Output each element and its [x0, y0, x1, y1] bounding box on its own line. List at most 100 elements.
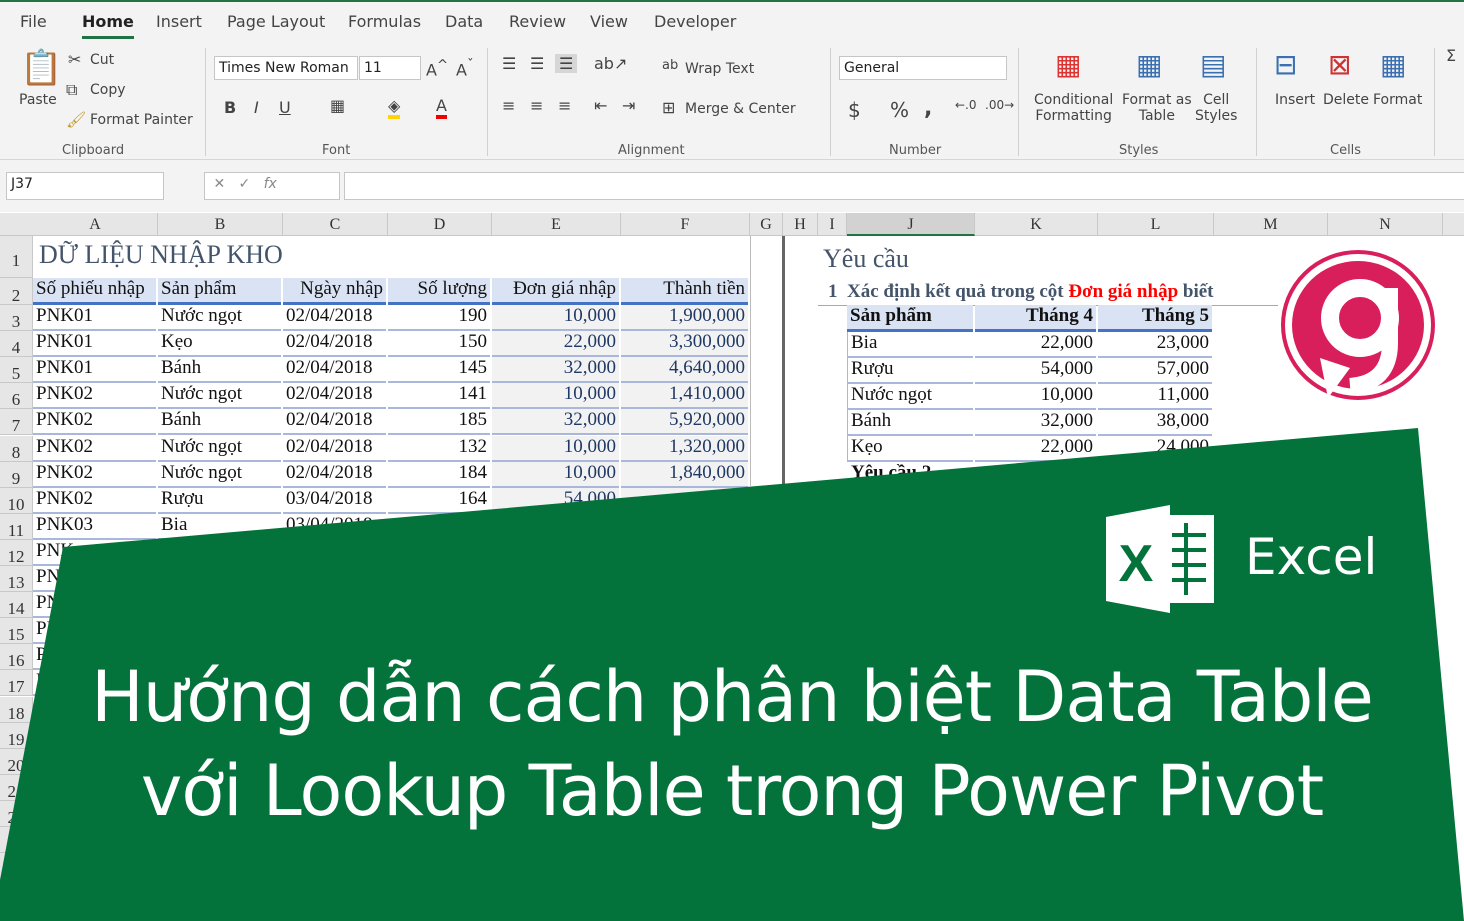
table-cell[interactable]: Bánh	[158, 409, 281, 436]
table-cell[interactable]: 5,920,000	[621, 409, 748, 436]
bold-icon[interactable]: B	[224, 98, 236, 117]
increase-decimal-icon[interactable]: ←.0	[955, 98, 977, 112]
table-cell[interactable]: PNK02	[33, 383, 156, 410]
conditional-formatting-button[interactable]: Conditional Formatting	[1034, 92, 1113, 124]
paste-icon[interactable]: 📋	[20, 48, 62, 88]
table-cell[interactable]: 32,000	[492, 357, 619, 384]
table-cell[interactable]: 10,000	[492, 383, 619, 410]
font-name-select[interactable]: Times New Roman	[214, 56, 358, 80]
cancel-icon[interactable]: ✕	[209, 176, 239, 192]
table-cell[interactable]: 1,900,000	[621, 305, 748, 331]
column-header-M[interactable]: M	[1214, 213, 1328, 236]
table-cell[interactable]: 22,000	[492, 331, 619, 358]
insert-button[interactable]: Insert	[1275, 92, 1315, 108]
lookup-cell[interactable]: 11,000	[1098, 384, 1212, 411]
decrease-indent-icon[interactable]: ⇤	[594, 96, 607, 115]
table-cell[interactable]: 184	[388, 461, 490, 488]
row-header-15[interactable]: 15	[0, 618, 33, 645]
row-header-2[interactable]: 2	[0, 278, 33, 305]
table-cell[interactable]: PNK01	[33, 357, 156, 384]
table-cell[interactable]: PNK02	[33, 487, 156, 514]
column-header-K[interactable]: K	[975, 213, 1098, 236]
column-header-L[interactable]: L	[1098, 213, 1214, 236]
table-cell[interactable]: Kẹo	[158, 331, 281, 358]
table-cell[interactable]: 03/04/2018	[283, 487, 386, 514]
table-cell[interactable]: 02/04/2018	[283, 461, 386, 488]
decrease-decimal-icon[interactable]: .00→	[985, 98, 1014, 112]
lookup-cell[interactable]: Kẹo	[847, 436, 973, 463]
table-cell[interactable]: Bánh	[158, 357, 281, 384]
percent-icon[interactable]: %	[890, 98, 909, 122]
format-painter-button[interactable]: Format Painter	[90, 112, 193, 128]
align-bottom-icon[interactable]: ☰	[555, 54, 578, 73]
table-cell[interactable]: PNK02	[33, 409, 156, 436]
cell-styles-button[interactable]: Cell Styles	[1195, 92, 1237, 124]
column-header-B[interactable]: B	[158, 213, 283, 236]
table-cell[interactable]: 3,300,000	[621, 331, 748, 358]
table-cell[interactable]: Nước ngọt	[158, 461, 281, 488]
table-cell[interactable]: 10,000	[492, 461, 619, 488]
table-cell[interactable]: 10,000	[492, 305, 619, 331]
table-cell[interactable]: Nước ngọt	[158, 435, 281, 462]
table-cell[interactable]: 185	[388, 409, 490, 436]
row-header-10[interactable]: 10	[0, 487, 33, 514]
lookup-cell[interactable]: 32,000	[975, 410, 1096, 437]
column-header-H[interactable]: H	[783, 213, 818, 236]
table-cell[interactable]: 141	[388, 383, 490, 410]
align-right-icon[interactable]: ≡	[558, 96, 571, 115]
comma-icon[interactable]: ,	[924, 96, 932, 121]
enter-icon[interactable]: ✓	[239, 176, 264, 192]
paste-button[interactable]: Paste	[19, 92, 57, 108]
table-cell[interactable]: 1,840,000	[621, 461, 748, 488]
autosum-icon[interactable]: Σ	[1446, 46, 1456, 65]
formula-input[interactable]	[344, 172, 1464, 200]
column-header-A[interactable]: A	[33, 213, 158, 236]
copy-button[interactable]: Copy	[90, 82, 126, 98]
fill-color-icon[interactable]: ◈	[388, 96, 401, 119]
table-cell[interactable]: Nước ngọt	[158, 305, 281, 331]
table-cell[interactable]: PNK02	[33, 435, 156, 462]
row-header-5[interactable]: 5	[0, 357, 33, 384]
lookup-cell[interactable]: 57,000	[1098, 358, 1212, 385]
number-format-select[interactable]: General	[839, 56, 1007, 80]
column-header-F[interactable]: F	[621, 213, 750, 236]
shrink-font-icon[interactable]: Aˇ	[456, 58, 474, 79]
table-cell[interactable]: 164	[388, 487, 490, 514]
row-header-6[interactable]: 6	[0, 383, 33, 410]
table-cell[interactable]: 150	[388, 331, 490, 358]
lookup-cell[interactable]: 10,000	[975, 384, 1096, 411]
row-header-9[interactable]: 9	[0, 461, 33, 488]
row-header-14[interactable]: 14	[0, 592, 33, 619]
row-header-7[interactable]: 7	[0, 409, 33, 436]
lookup-cell[interactable]: Bánh	[847, 410, 973, 437]
name-box[interactable]: J37	[6, 172, 164, 200]
column-header-N[interactable]: N	[1328, 213, 1443, 236]
column-header-E[interactable]: E	[492, 213, 621, 236]
lookup-cell[interactable]: 22,000	[975, 332, 1096, 358]
lookup-cell[interactable]: 23,000	[1098, 332, 1212, 358]
column-header-C[interactable]: C	[283, 213, 388, 236]
lookup-cell[interactable]: Rượu	[847, 358, 973, 385]
row-header-8[interactable]: 8	[0, 435, 33, 462]
format-button[interactable]: Format	[1373, 92, 1422, 108]
function-icon[interactable]: fx	[264, 176, 277, 192]
table-cell[interactable]: Rượu	[158, 487, 281, 514]
column-header-I[interactable]: I	[818, 213, 847, 236]
table-cell[interactable]: 02/04/2018	[283, 357, 386, 384]
tab-developer[interactable]: Developer	[654, 12, 736, 31]
table-cell[interactable]: 190	[388, 305, 490, 331]
tab-view[interactable]: View	[590, 12, 628, 31]
tab-data[interactable]: Data	[445, 12, 483, 31]
italic-icon[interactable]: I	[254, 98, 259, 117]
row-header-1[interactable]: 1	[0, 236, 33, 278]
orientation-icon[interactable]: ab↗	[594, 54, 627, 73]
wrap-text-button[interactable]: Wrap Text	[685, 61, 754, 77]
borders-icon[interactable]: ▦	[330, 96, 345, 115]
column-header-D[interactable]: D	[388, 213, 492, 236]
tab-review[interactable]: Review	[509, 12, 566, 31]
tab-page-layout[interactable]: Page Layout	[227, 12, 325, 31]
table-cell[interactable]: 145	[388, 357, 490, 384]
tab-insert[interactable]: Insert	[156, 12, 202, 31]
font-size-select[interactable]: 11	[359, 56, 421, 80]
lookup-cell[interactable]: Bia	[847, 332, 973, 358]
